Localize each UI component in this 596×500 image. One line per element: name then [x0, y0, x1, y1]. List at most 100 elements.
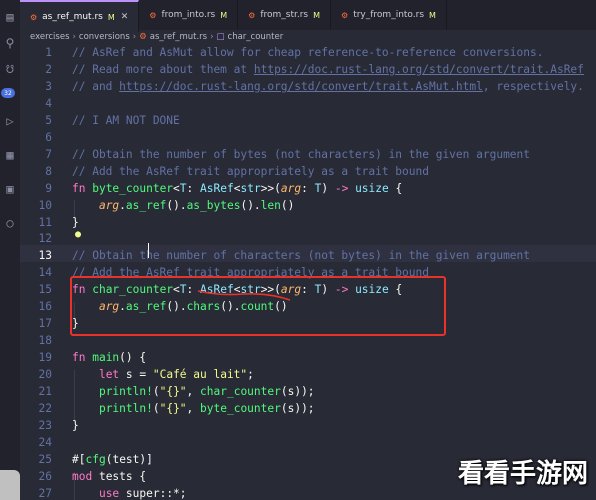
code-line[interactable]: 8 // Add the AsRef trait appropriately as…: [20, 163, 596, 180]
tab-from-str[interactable]: ⚙ from_str.rs M: [238, 0, 332, 30]
code-line[interactable]: 1 // AsRef and AsMut allow for cheap refe…: [20, 44, 596, 61]
tab-try-from-into[interactable]: ⚙ try_from_into.rs M: [331, 0, 447, 30]
breadcrumb-item[interactable]: char_counter: [228, 32, 284, 42]
code-token: // I AM NOT DONE: [72, 113, 180, 127]
code-token: let: [98, 368, 126, 382]
code-line[interactable]: 12: [20, 230, 596, 247]
code-line[interactable]: 9 fn byte_counter<T: AsRef<str>>(arg: T) …: [20, 180, 596, 197]
code-text: // Obtain the number of characters (not …: [72, 249, 530, 262]
code-token: (s));: [280, 401, 315, 415]
code-token: use: [98, 486, 126, 500]
lightbulb-icon[interactable]: ●: [75, 229, 81, 240]
code-line[interactable]: 3 // and https://doc.rust-lang.org/std/co…: [20, 78, 596, 95]
code-token: {: [388, 181, 403, 195]
watermark: 看看手游网: [457, 459, 588, 489]
code-token: , respectively.: [482, 79, 584, 93]
line-number: 16: [38, 300, 52, 314]
code-line[interactable]: 19 fn main() {: [20, 349, 596, 366]
rust-file-icon: ⚙: [139, 32, 147, 42]
code-token: test: [112, 452, 140, 466]
code-token: arg: [280, 181, 302, 195]
code-token: len: [260, 198, 281, 212]
code-line[interactable]: 2 // Read more about them at https://doc.…: [20, 61, 596, 78]
code-line[interactable]: 11}: [20, 214, 596, 231]
tab-label: as_ref_mut.rs: [42, 12, 103, 22]
code-token: as_ref: [125, 198, 167, 212]
code-line[interactable]: 20 let s = "Café au lait";: [20, 366, 596, 383]
code-line[interactable]: 21 println!("{}", char_counter(s));: [20, 383, 596, 400]
code-line[interactable]: 7 // Obtain the number of bytes (not char…: [20, 146, 596, 163]
rust-file-icon: ⚙: [30, 12, 38, 22]
breadcrumb-item[interactable]: as_ref_mut.rs: [150, 32, 207, 42]
tab-as-ref-mut[interactable]: ⚙ as_ref_mut.rs M ✕: [20, 0, 140, 32]
code-token: // and: [72, 79, 120, 93]
line-number: 17: [38, 317, 52, 331]
source-control-badge: 32: [1, 88, 15, 98]
line-number: 24: [38, 435, 52, 449]
code-line[interactable]: 13 // Obtain the number of characters (no…: [20, 247, 596, 264]
code-token: https://doc.rust-lang.org/std/convert/tr…: [119, 79, 483, 93]
rust-file-icon: ⚙: [149, 10, 157, 20]
line-number: 6: [45, 130, 52, 144]
code-token: ): [321, 181, 335, 195]
code-token: https://doc.rust-lang.org/std/convert/tr…: [253, 62, 584, 76]
code-token: (s));: [280, 385, 315, 398]
run-debug-icon[interactable]: ▷: [0, 112, 20, 130]
remote-icon[interactable]: ▣: [0, 180, 20, 198]
code-text: mod tests {: [72, 470, 146, 483]
tab-label: from_str.rs: [260, 10, 309, 20]
close-icon[interactable]: ✕: [121, 12, 129, 22]
line-number: 9: [45, 181, 52, 195]
code-text: println!("{}", char_counter(s));: [72, 385, 315, 398]
code-line[interactable]: 4: [20, 95, 596, 112]
code-token: ().: [166, 198, 187, 212]
code-editor[interactable]: 1 // AsRef and AsMut allow for cheap refe…: [20, 44, 596, 500]
modified-indicator: M: [429, 10, 436, 20]
modified-indicator: M: [220, 10, 228, 20]
code-text: // and https://doc.rust-lang.org/std/con…: [72, 80, 584, 93]
rust-file-icon: ⚙: [341, 10, 349, 20]
code-text: fn main() {: [72, 351, 146, 364]
code-token: ;: [247, 368, 254, 382]
code-token: "Café au lait": [152, 368, 248, 382]
tab-from-into[interactable]: ⚙ from_into.rs M: [139, 0, 239, 30]
code-token: )]: [139, 452, 153, 466]
code-token: println!: [98, 401, 153, 415]
code-token: fn: [72, 181, 93, 195]
line-number: 4: [45, 96, 52, 110]
code-line[interactable]: 23}: [20, 417, 596, 434]
code-line[interactable]: 24: [20, 434, 596, 451]
extensions-icon[interactable]: ▦: [0, 146, 20, 164]
line-number: 27: [38, 486, 52, 500]
code-token: char_counter: [200, 385, 281, 398]
search-icon[interactable]: ⚲: [0, 34, 20, 52]
accounts-icon[interactable]: ○: [0, 214, 20, 232]
highlight-annotation-box: [70, 276, 446, 336]
code-line[interactable]: 22 println!("{}", byte_counter(s));: [20, 400, 596, 417]
code-token: println!: [98, 385, 153, 398]
rust-file-icon: ⚙: [248, 10, 256, 20]
breadcrumb-item[interactable]: exercises: [30, 32, 70, 42]
code-line[interactable]: 10 arg.as_ref().as_bytes().len(): [20, 197, 596, 214]
line-number: 12: [38, 232, 52, 246]
line-number: 5: [45, 113, 52, 127]
code-line[interactable]: 6: [20, 129, 596, 146]
code-token: }: [72, 418, 79, 432]
code-text: // Read more about them at https://doc.r…: [72, 63, 584, 76]
chevron-right-icon: ›: [132, 32, 137, 42]
files-icon[interactable]: ▤: [0, 8, 20, 26]
line-number: 8: [45, 164, 52, 178]
code-line[interactable]: 5 // I AM NOT DONE: [20, 112, 596, 129]
code-token: // Obtain the number of bytes (not chara…: [72, 147, 531, 161]
text-cursor: [148, 243, 149, 258]
activity-bar: ▤ ⚲ ☋ 32 ▷ ▦ ▣ ○: [0, 0, 20, 500]
line-number: 25: [38, 452, 52, 466]
line-number: 26: [38, 469, 52, 483]
tab-bar: ⚙ as_ref_mut.rs M ✕ ⚙ from_into.rs M ⚙ f…: [20, 0, 596, 32]
source-control-icon[interactable]: ☋: [0, 60, 20, 78]
breadcrumb-item[interactable]: conversions: [79, 32, 130, 42]
code-token: :: [186, 181, 201, 195]
